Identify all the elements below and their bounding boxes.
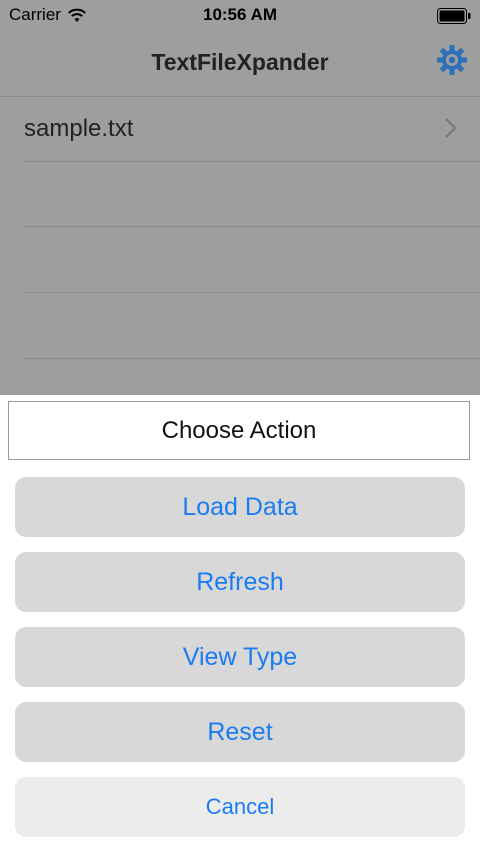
file-name-label: sample.txt — [24, 115, 134, 142]
chevron-right-icon — [445, 118, 457, 138]
reset-button[interactable]: Reset — [15, 702, 465, 762]
list-item[interactable]: sample.txt — [0, 97, 480, 162]
file-list: sample.txt — [0, 97, 480, 397]
cancel-button[interactable]: Cancel — [15, 777, 465, 837]
gear-icon[interactable] — [436, 44, 468, 76]
empty-list-row — [0, 228, 480, 293]
status-bar: Carrier 10:56 AM — [0, 0, 480, 32]
empty-list-row — [0, 162, 480, 227]
empty-list-row — [0, 294, 480, 359]
status-time: 10:56 AM — [202, 5, 277, 24]
action-sheet: Choose Action Load Data Refresh View Typ… — [0, 395, 480, 852]
refresh-button[interactable]: Refresh — [15, 552, 465, 612]
page-title: TextFileXpander — [151, 49, 329, 75]
row-divider — [24, 226, 480, 227]
view-type-button[interactable]: View Type — [15, 627, 465, 687]
load-data-button[interactable]: Load Data — [15, 477, 465, 537]
row-divider — [24, 358, 480, 359]
action-sheet-title: Choose Action — [8, 401, 470, 460]
row-divider — [24, 292, 480, 293]
battery-icon — [437, 8, 471, 24]
navigation-bar: TextFileXpander — [0, 32, 480, 97]
